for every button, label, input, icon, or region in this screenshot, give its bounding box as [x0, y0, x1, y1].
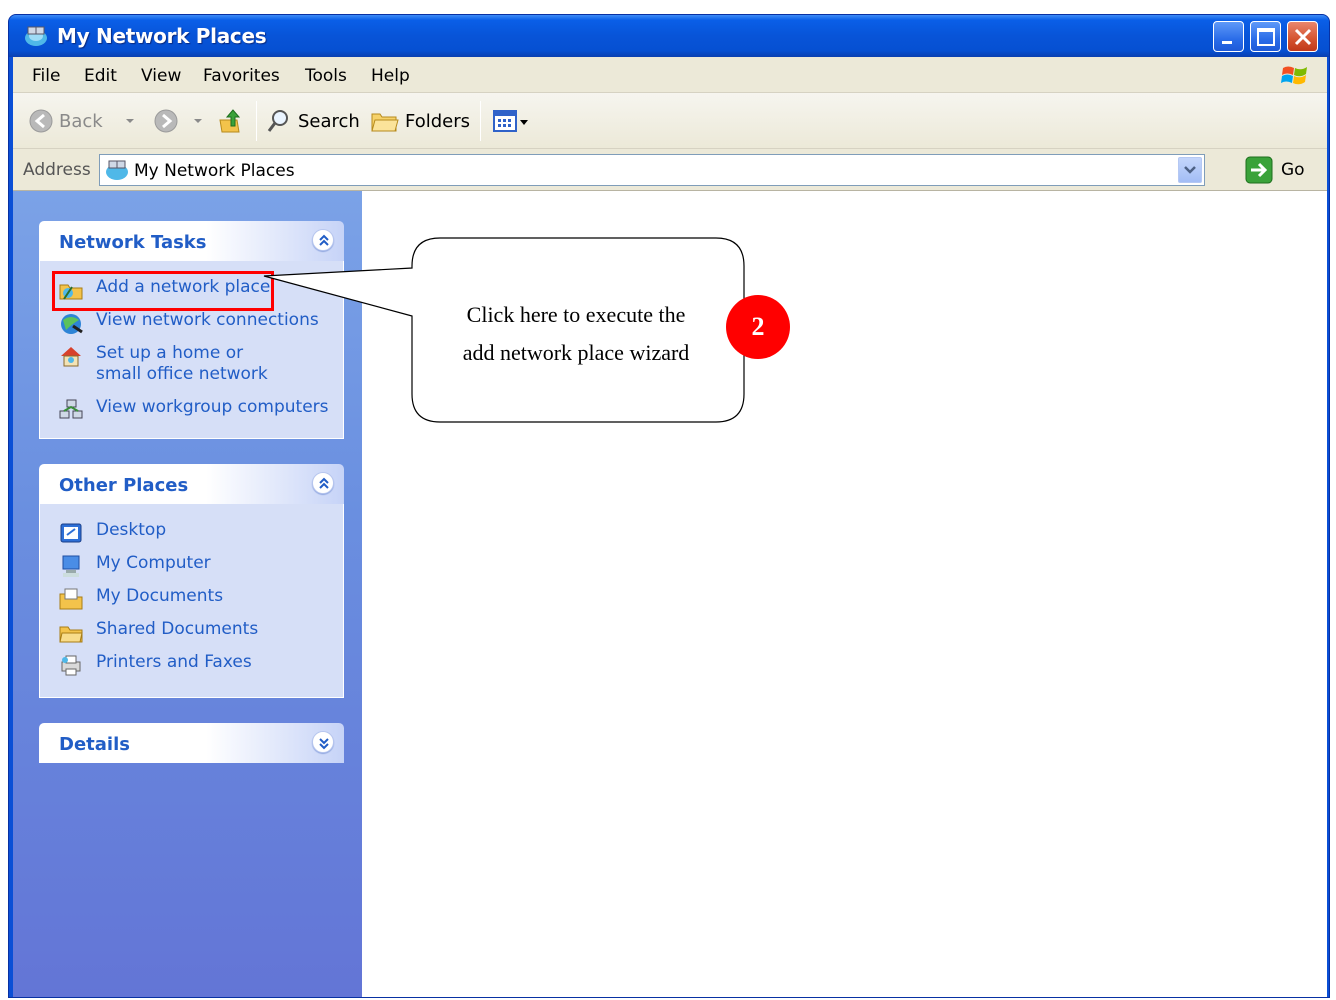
callout-line-2: add network place wizard: [462, 340, 690, 365]
step-badge: 2: [726, 295, 790, 359]
callout-bubble: [263, 237, 745, 423]
callout-line-1: Click here to execute the: [466, 302, 686, 327]
callout-text: Click here to execute the add network pl…: [426, 296, 726, 372]
